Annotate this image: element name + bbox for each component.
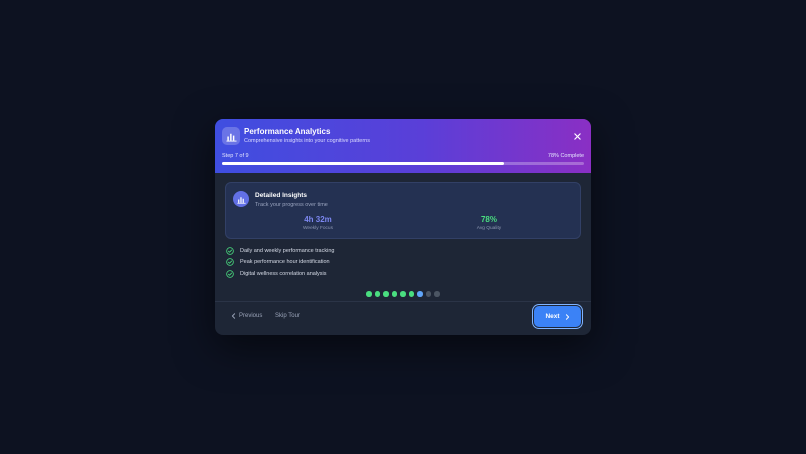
stat-value: 4h 32m — [304, 215, 332, 224]
bar-chart-icon — [233, 191, 249, 207]
step-dot[interactable] — [417, 291, 423, 297]
step-dot[interactable] — [400, 291, 406, 297]
modal-header: Performance Analytics Comprehensive insi… — [215, 119, 591, 173]
step-dot[interactable] — [374, 291, 381, 297]
modal-footer: Previous Skip Tour Next — [215, 301, 591, 335]
step-dot[interactable] — [383, 291, 389, 297]
card-subtitle: Track your progress over time — [255, 202, 328, 208]
insights-card: Detailed Insights Track your progress ov… — [225, 182, 581, 239]
modal-body: Detailed Insights Track your progress ov… — [215, 173, 591, 280]
stat-value: 78% — [480, 215, 497, 224]
modal-title: Performance Analytics — [244, 127, 331, 136]
stat-label: Weekly Focus — [302, 226, 334, 231]
step-indicator — [215, 291, 591, 297]
feature-text: Digital wellness correlation analysis — [240, 270, 327, 277]
chevron-left-icon — [231, 313, 236, 319]
check-circle-icon — [226, 246, 234, 255]
stat-label: Avg Quality — [476, 226, 502, 231]
list-item: Daily and weekly performance tracking — [225, 245, 581, 257]
step-counter: Step 7 of 9 — [222, 153, 249, 159]
list-item: Peak performance hour identification — [225, 257, 581, 269]
close-button[interactable] — [572, 131, 582, 141]
next-button[interactable]: Next — [534, 306, 581, 327]
next-label: Next — [545, 313, 560, 320]
close-icon — [573, 132, 581, 140]
step-dot[interactable] — [408, 291, 415, 297]
list-item: Digital wellness correlation analysis — [225, 268, 581, 280]
weekly-focus-stat: 4h 32m Weekly Focus — [278, 215, 358, 231]
skip-tour-button[interactable]: Skip Tour — [275, 313, 300, 319]
previous-button[interactable]: Previous — [231, 313, 262, 319]
card-title: Detailed Insights — [255, 192, 308, 199]
check-circle-icon — [226, 258, 234, 267]
feature-list: Daily and weekly performance tracking Pe… — [225, 245, 581, 280]
chevron-right-icon — [565, 313, 569, 320]
onboarding-modal: Performance Analytics Comprehensive insi… — [215, 119, 591, 335]
progress-bar — [222, 162, 584, 165]
step-dot[interactable] — [391, 291, 398, 297]
feature-text: Daily and weekly performance tracking — [240, 247, 335, 254]
avg-quality-stat: 78% Avg Quality — [449, 215, 529, 231]
modal-subtitle: Comprehensive insights into your cogniti… — [244, 138, 370, 144]
step-dot[interactable] — [434, 291, 440, 297]
check-circle-icon — [226, 269, 234, 278]
bar-chart-icon — [222, 127, 240, 145]
previous-label: Previous — [239, 313, 263, 319]
completion-percent: 78% Complete — [547, 153, 584, 159]
step-dot[interactable] — [366, 291, 372, 297]
step-dot[interactable] — [425, 291, 432, 297]
progress-fill — [222, 162, 505, 165]
feature-text: Peak performance hour identification — [240, 259, 330, 266]
